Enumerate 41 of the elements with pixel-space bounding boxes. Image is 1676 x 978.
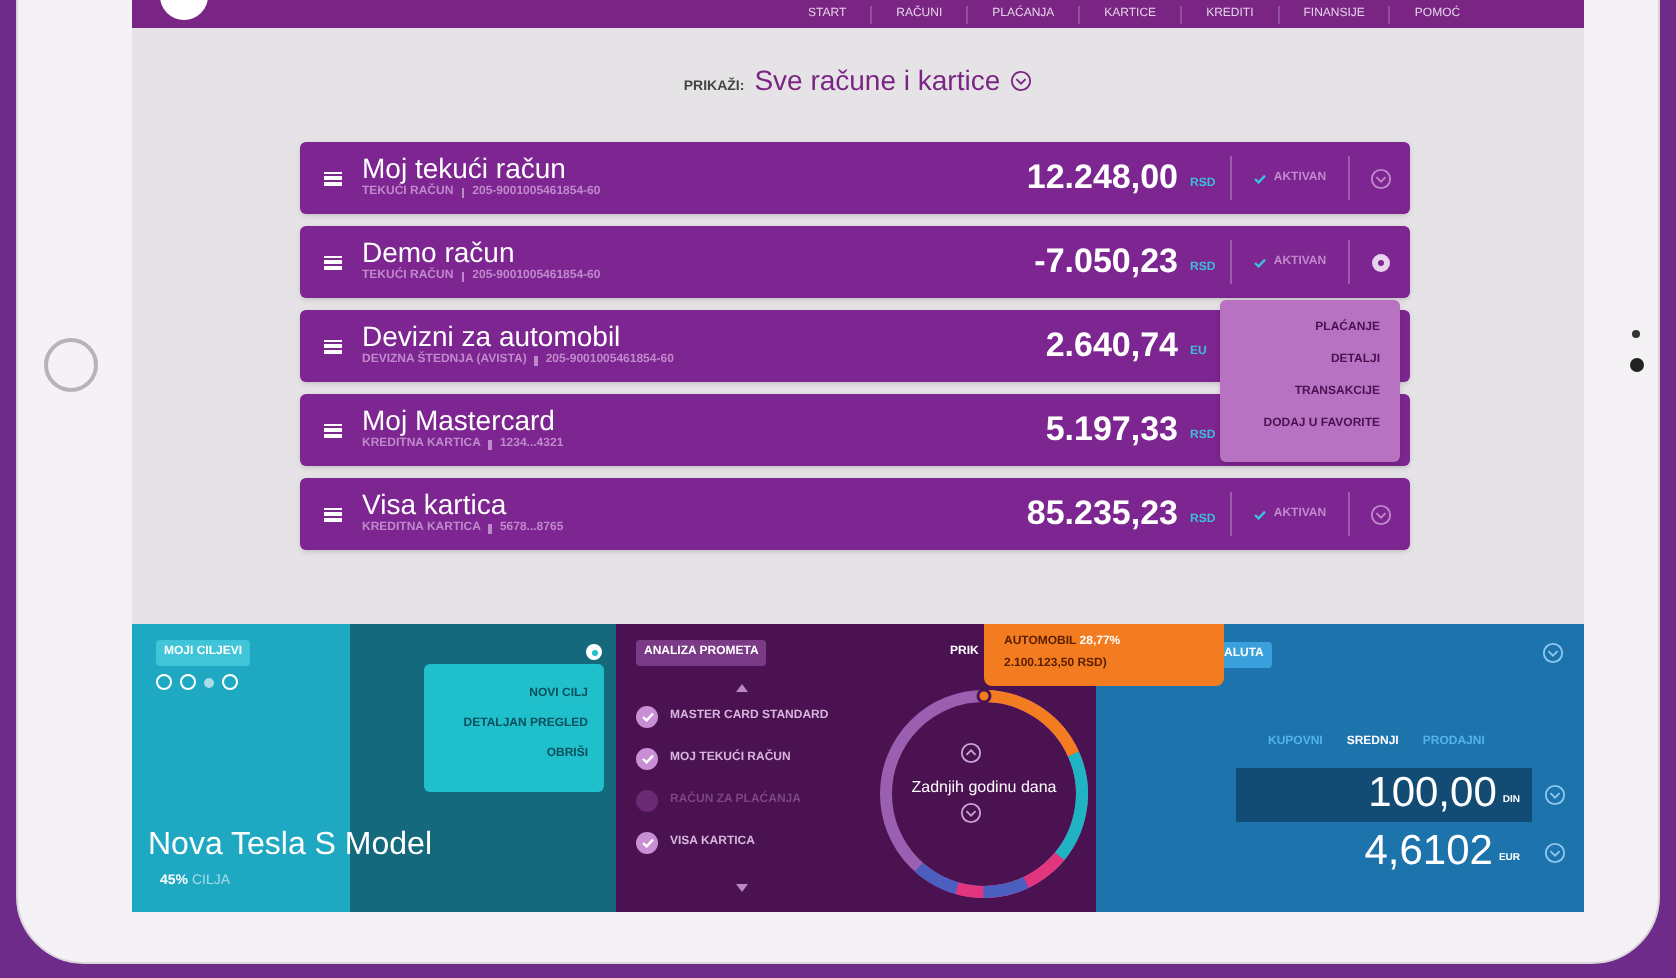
goal-title: Nova Tesla S Model xyxy=(148,828,432,864)
check-icon xyxy=(1253,509,1266,519)
account-balance: 5.197,33 xyxy=(1045,408,1178,453)
account-name: Visa kartica xyxy=(362,490,509,520)
account-filter-dropdown[interactable]: Sve račune i kartice xyxy=(754,60,1033,102)
checkbox[interactable] xyxy=(636,832,658,854)
chevron-down-icon[interactable] xyxy=(1369,503,1391,525)
chevron-down-icon xyxy=(1010,70,1033,92)
chevron-down-icon[interactable] xyxy=(1369,167,1391,189)
chevron-up-icon[interactable] xyxy=(960,742,982,764)
camera-icon xyxy=(1632,330,1640,338)
close-icon[interactable] xyxy=(1371,253,1389,271)
menu-icon[interactable] xyxy=(324,255,342,269)
check-icon xyxy=(641,712,653,722)
menu-icon[interactable] xyxy=(324,339,342,353)
check-icon xyxy=(641,838,653,848)
account-balance: 12.248,00 xyxy=(1026,156,1178,201)
check-icon xyxy=(1253,257,1266,267)
scroll-down-icon[interactable] xyxy=(736,884,748,892)
chevron-down-icon[interactable] xyxy=(1542,642,1564,664)
account-balance: 85.235,23 xyxy=(1026,492,1178,537)
chevron-down-icon[interactable] xyxy=(1544,842,1566,864)
account-name: Moj Mastercard xyxy=(362,406,557,436)
account-name: Demo račun xyxy=(362,238,517,268)
checkbox[interactable] xyxy=(636,790,658,812)
period-label: Zadnjih godinu dana xyxy=(909,776,1059,800)
menu-icon[interactable] xyxy=(324,423,342,437)
chevron-down-icon[interactable] xyxy=(960,802,982,824)
account-balance: -7.050,23 xyxy=(1034,240,1178,285)
menu-icon[interactable] xyxy=(324,507,342,521)
check-icon xyxy=(641,754,653,764)
check-icon xyxy=(1253,173,1266,183)
checkbox[interactable] xyxy=(636,748,658,770)
scroll-up-icon[interactable] xyxy=(736,684,748,692)
close-icon[interactable] xyxy=(586,644,602,660)
account-balance: 2.640,74 xyxy=(1045,324,1178,369)
account-name: Moj tekući račun xyxy=(362,154,568,184)
menu-icon[interactable] xyxy=(324,171,342,185)
checkbox[interactable] xyxy=(636,706,658,728)
chevron-down-icon[interactable] xyxy=(1544,784,1566,806)
account-name: Devizni za automobil xyxy=(362,322,623,352)
